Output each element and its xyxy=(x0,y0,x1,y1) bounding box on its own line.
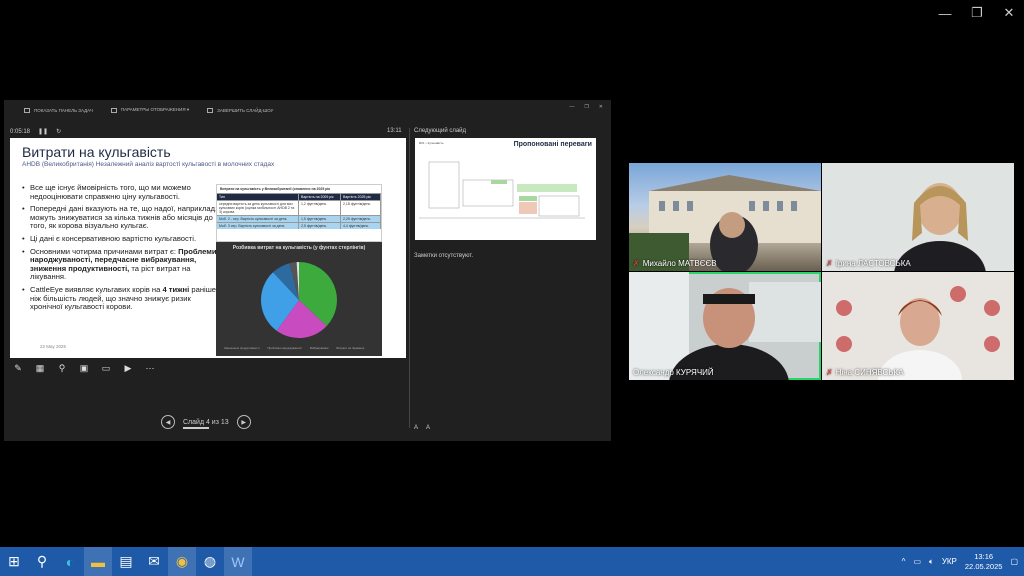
reset-icon[interactable]: ↻ xyxy=(56,128,61,135)
end-slideshow-button[interactable]: ЗАВЕРШИТЬ СЛАЙД-ШОУ xyxy=(207,107,273,113)
chevron-up-icon[interactable]: ^ xyxy=(902,557,906,566)
divider xyxy=(409,128,410,428)
mail-icon[interactable]: ✉ xyxy=(140,547,168,576)
mic-muted-icon: ✗ xyxy=(826,259,833,268)
notifications-icon[interactable]: ▢ xyxy=(1010,557,1018,566)
person-background xyxy=(836,286,1000,380)
next-slide-label: Следующий слайд xyxy=(414,128,467,134)
slide-nav: ◀ Слайд 4 из 13 ▶ xyxy=(161,415,251,429)
taskbar-clock[interactable]: 13:16 22.05.2025 xyxy=(965,552,1003,572)
slide-title: Витрати на кульгавість xyxy=(22,144,171,160)
close-icon[interactable]: ✕ xyxy=(599,104,603,110)
participant-tile[interactable]: ✗ Михайло МАТВЄЄВ xyxy=(629,163,821,271)
system-tray: ^ ▭ 🔈︎ УКР 13:16 22.05.2025 ▢ xyxy=(902,547,1018,576)
slide-counter: Слайд 4 из 13 xyxy=(183,418,229,429)
participant-name: ✗ Ніна СИНЯВСЬКА xyxy=(826,368,904,377)
presenter-view: ПОКАЗАТЬ ПАНЕЛЬ ЗАДАЧ ПАРАМЕТРЫ ОТОБРАЖЕ… xyxy=(4,100,611,441)
participant-tile[interactable]: ✗ Ірина ЛАСТОВСЬКА xyxy=(822,163,1014,271)
pen-icon[interactable]: ✎ xyxy=(12,362,24,374)
minimize-icon[interactable]: — xyxy=(569,104,574,110)
subtitles-icon[interactable]: ▭ xyxy=(100,362,112,374)
bullet: Основними чотирма причинами витрат є: Пр… xyxy=(22,247,222,282)
video-grid: ✗ Михайло МАТВЄЄВ ✗ Ірина ЛАСТОВСЬКА Олекс… xyxy=(629,163,1014,380)
search-icon[interactable]: ⚲ xyxy=(28,547,56,576)
decrease-font-icon[interactable]: A xyxy=(426,425,430,431)
pause-icon[interactable]: ❚❚ xyxy=(38,128,48,135)
restore-icon[interactable]: ❐ xyxy=(970,5,984,20)
bullet: Все ще існує ймовірність того, що ми мож… xyxy=(22,183,222,201)
person-background xyxy=(894,183,986,271)
edge-icon[interactable]: ◐ xyxy=(56,547,84,576)
timer: 0:05:18 xyxy=(10,128,31,135)
taskbar: ⊞ ⚲ ◐ ▬ ▤ ✉ ◉ ◍ W ^ ▭ 🔈︎ УКР 13:16 22.05… xyxy=(0,547,1024,576)
timer-row: 0:05:18 ❚❚ ↻ xyxy=(10,128,61,136)
participant-tile[interactable]: ✗ Ніна СИНЯВСЬКА xyxy=(822,272,1014,380)
next-slide-thumbnail xyxy=(419,161,585,219)
font-size-controls: A A xyxy=(414,425,430,431)
mic-muted-icon: ✗ xyxy=(633,259,640,268)
display-settings-button[interactable]: ПАРАМЕТРЫ ОТОБРАЖЕНИЯ ▾ xyxy=(110,107,189,113)
chrome-icon[interactable]: ◉ xyxy=(168,547,196,576)
bullet: CattleEye виявляє кульгавих корів на 4 т… xyxy=(22,285,222,312)
slide-bullets: Все ще існує ймовірність того, що ми мож… xyxy=(22,183,222,316)
presenter-tools: ✎ ▦ ⚲ ▣ ▭ ▶ ⋯ xyxy=(12,362,156,374)
next-slide-button[interactable]: ▶ xyxy=(236,415,251,429)
close-icon[interactable]: ✕ xyxy=(1002,5,1016,20)
person-background xyxy=(629,272,821,380)
zoom-icon[interactable]: ⚲ xyxy=(56,362,68,374)
next-slide-preview[interactable]: ROI – Кульгавість Пропоновані переваги xyxy=(415,138,596,240)
restore-icon[interactable]: ❐ xyxy=(584,104,588,110)
mic-muted-icon: ✗ xyxy=(826,368,833,377)
windows-icon[interactable]: ⊞ xyxy=(0,547,28,576)
prev-slide-button[interactable]: ◀ xyxy=(161,415,175,429)
window-controls: — ❐ ✕ xyxy=(938,5,1016,21)
participant-tile-active-speaker[interactable]: Олександр КУРЯЧИЙ xyxy=(629,272,821,380)
pie-chart xyxy=(261,262,337,338)
word-icon[interactable]: W xyxy=(224,547,252,576)
video-icon[interactable]: ▶ xyxy=(122,362,134,374)
more-icon[interactable]: ⋯ xyxy=(144,362,156,374)
table-row: Моб. 2 - сер. Вартість кульгавості за де… xyxy=(217,215,381,222)
zoom-icon[interactable]: ◍ xyxy=(196,547,224,576)
pie-legend: Зменшення продуктивності Проблеми народж… xyxy=(224,346,365,350)
cost-table: Витрати на кульгавість у Великобританії … xyxy=(216,184,382,242)
taskbar-time: 13:16 xyxy=(974,551,994,561)
notes: Заметки отсутствуют. xyxy=(414,253,474,259)
minimize-icon[interactable]: — xyxy=(938,6,952,21)
bullet: Ці дані є консервативною вартістю кульга… xyxy=(22,234,222,244)
table-header: Тип Вартість на 2009 рік Вартість 2025 р… xyxy=(217,193,381,200)
speaker-icon[interactable]: 🔈︎ xyxy=(929,557,934,567)
table-row: середня вартість за день кульгавості для… xyxy=(217,200,381,215)
participant-name: ✗ Михайло МАТВЄЄВ xyxy=(633,259,717,268)
bullet: Попередні дані вказують на те, що надої,… xyxy=(22,204,222,231)
slide-date: 22 May 2025 xyxy=(40,344,67,349)
show-taskbar-button[interactable]: ПОКАЗАТЬ ПАНЕЛЬ ЗАДАЧ xyxy=(24,107,93,113)
participant-name: ✗ Ірина ЛАСТОВСЬКА xyxy=(826,259,911,268)
network-icon[interactable]: ▭ xyxy=(913,557,921,566)
building-background xyxy=(629,175,821,271)
table-title: Витрати на кульгавість у Великобританії … xyxy=(220,187,331,191)
clock: 13:11 xyxy=(387,128,402,134)
store-icon[interactable]: ▤ xyxy=(112,547,140,576)
slides-grid-icon[interactable]: ▦ xyxy=(34,362,46,374)
slide-subtitle: AHDB (Великобританія) Незалежний аналіз … xyxy=(22,161,275,168)
participant-name: Олександр КУРЯЧИЙ xyxy=(633,368,714,377)
explorer-icon[interactable]: ▬ xyxy=(84,547,112,576)
language-indicator[interactable]: УКР xyxy=(942,557,957,566)
table-row: Моб. 3 сер. Вартість кульгавості за день… xyxy=(217,222,381,229)
current-slide: Витрати на кульгавість AHDB (Великобрита… xyxy=(10,138,406,358)
camera-icon[interactable]: ▣ xyxy=(78,362,90,374)
taskbar-date: 22.05.2025 xyxy=(964,561,1003,571)
increase-font-icon[interactable]: A xyxy=(414,425,418,431)
pie-chart-box: Розбивка витрат на кульгавість (у фунтах… xyxy=(216,242,382,356)
pie-title: Розбивка витрат на кульгавість (у фунтах… xyxy=(232,245,366,251)
presenter-toolbar: ПОКАЗАТЬ ПАНЕЛЬ ЗАДАЧ ПАРАМЕТРЫ ОТОБРАЖЕ… xyxy=(4,100,611,120)
presenter-window-buttons: — ❐ ✕ xyxy=(569,104,603,110)
